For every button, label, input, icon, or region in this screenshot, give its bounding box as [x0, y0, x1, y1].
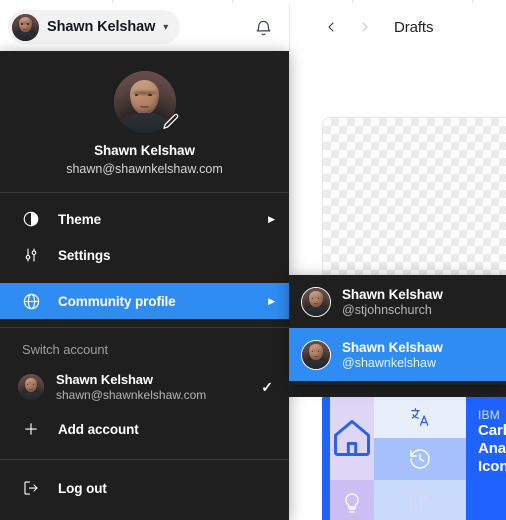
content-header: Drafts [290, 3, 506, 52]
menu-profile-block: Shawn Kelshaw shawn@shawnkelshaw.com [0, 51, 289, 192]
menu-item-settings-label: Settings [58, 247, 111, 263]
carbon-card-brand: IBM [478, 408, 500, 422]
home-icon [330, 396, 374, 480]
notifications-button[interactable] [250, 15, 276, 41]
menu-item-settings[interactable]: Settings [0, 237, 289, 273]
carbon-card-text: IBM Carbon Analytics Icons [466, 396, 506, 520]
account-chip-button[interactable]: Shawn Kelshaw ▾ [8, 10, 181, 44]
logout-icon [22, 479, 46, 497]
chevron-right-icon [357, 19, 373, 35]
submenu-shadow [289, 385, 506, 397]
sliders-icon [22, 246, 46, 264]
menu-item-log-out-label: Log out [58, 480, 107, 496]
chevron-right-icon: ▶ [268, 295, 275, 306]
submenu-profile-row[interactable]: Shawn Kelshaw @shawnkelshaw [289, 328, 506, 381]
submenu-profile-handle: @shawnkelshaw [342, 355, 436, 370]
account-menu-panel: Shawn Kelshaw shawn@shawnkelshaw.com The… [0, 51, 289, 520]
menu-item-community-profile[interactable]: Community profile ▶ [0, 283, 289, 319]
transparent-image-card[interactable] [322, 117, 506, 294]
translate-icon [374, 396, 466, 438]
submenu-profile-handle: @stjohnschurch [342, 302, 432, 317]
menu-item-add-account-label: Add account [58, 421, 139, 437]
carbon-card-line1: Carbon [478, 422, 506, 439]
chevron-down-icon: ▾ [163, 22, 169, 33]
submenu-profile-row[interactable]: Shawn Kelshaw @stjohnschurch [289, 275, 506, 328]
avatar [301, 339, 331, 370]
profile-email: shawn@shawnkelshaw.com [66, 162, 223, 176]
app-root: Shawn Kelshaw ▾ Drafts IBM Car Ana Icon … [0, 0, 506, 520]
chevron-left-icon [323, 19, 339, 35]
pencil-icon[interactable] [160, 111, 182, 133]
profile-avatar-wrapper[interactable] [113, 71, 178, 133]
carbon-icons-card[interactable]: IBM Carbon Analytics Icons [322, 396, 506, 520]
menu-item-theme[interactable]: Theme ▶ [0, 201, 289, 237]
history-icon [374, 438, 466, 480]
forward-button[interactable] [348, 10, 382, 44]
carbon-card-line2: Analytics [478, 440, 506, 457]
menu-item-theme-label: Theme [58, 211, 102, 227]
left-header: Shawn Kelshaw ▾ [0, 3, 290, 51]
chevron-right-icon: ▶ [268, 213, 275, 224]
carbon-icon-grid [330, 396, 466, 520]
bell-icon [254, 19, 273, 38]
avatar [18, 374, 44, 400]
check-icon: ✓ [261, 378, 273, 395]
idea-icon [330, 480, 374, 520]
avatar [12, 13, 39, 41]
globe-icon [22, 292, 46, 311]
account-row-email: shawn@shawnkelshaw.com [56, 388, 207, 402]
carbon-card-rail [322, 396, 330, 520]
menu-item-community-profile-label: Community profile [58, 293, 176, 309]
page-title: Drafts [394, 18, 434, 36]
menu-item-add-account[interactable]: Add account [0, 409, 289, 449]
switch-account-label: Switch account [22, 342, 109, 357]
account-row-name: Shawn Kelshaw [56, 372, 153, 387]
bookmark-add-icon [374, 480, 466, 520]
account-row[interactable]: Shawn Kelshaw shawn@shawnkelshaw.com ✓ [0, 365, 289, 409]
submenu-profile-name: Shawn Kelshaw [342, 286, 443, 302]
avatar [301, 286, 331, 317]
plus-icon [22, 420, 46, 438]
submenu-profile-name: Shawn Kelshaw [342, 339, 443, 355]
account-chip-name: Shawn Kelshaw [47, 19, 156, 35]
menu-item-log-out[interactable]: Log out [0, 470, 289, 506]
community-profile-submenu: Shawn Kelshaw @stjohnschurch Shawn Kelsh… [289, 275, 506, 385]
profile-name: Shawn Kelshaw [94, 143, 195, 158]
carbon-card-line3: Icons [478, 458, 506, 475]
back-button[interactable] [314, 10, 348, 44]
contrast-icon [22, 210, 46, 228]
